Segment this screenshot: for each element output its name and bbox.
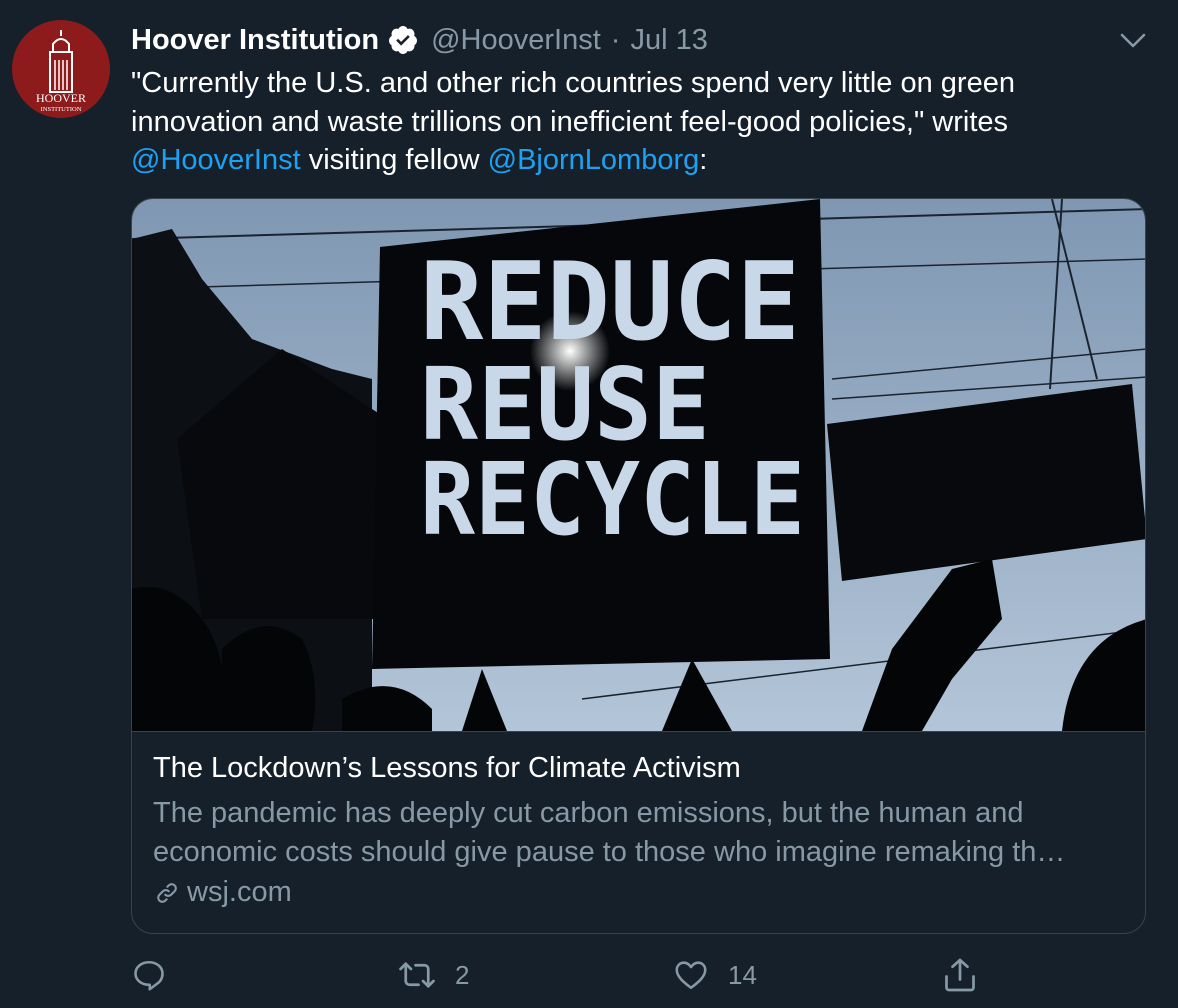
reply-icon [134, 960, 164, 991]
tweet-date[interactable]: Jul 13 [630, 24, 707, 57]
sign-text-recycle: RECYCLE [420, 441, 805, 558]
chevron-down-icon[interactable] [1118, 28, 1148, 52]
like-button[interactable]: 14 [672, 952, 757, 998]
tweet-text: "Currently the U.S. and other rich count… [131, 64, 1141, 180]
reply-button[interactable] [131, 952, 167, 998]
action-bar: 2 14 [0, 952, 1178, 998]
card-image[interactable]: REDUCE REUSE RECYCLE [132, 199, 1145, 732]
mention-link[interactable]: @HooverInst [131, 144, 301, 176]
card-title[interactable]: The Lockdown’s Lessons for Climate Activ… [153, 752, 741, 785]
tweet-header: Hoover Institution @HooverInst · Jul 13 [131, 20, 708, 60]
card-description: The pandemic has deeply cut carbon emiss… [153, 797, 1066, 868]
separator-dot: · [610, 23, 621, 56]
protest-sign-photo: REDUCE REUSE RECYCLE [132, 199, 1145, 731]
share-icon [945, 958, 975, 992]
tweet[interactable]: HOOVER INSTITUTION Hoover Institution @H… [0, 0, 1178, 1008]
avatar-logo-subtext: INSTITUTION [41, 106, 82, 113]
link-card[interactable]: REDUCE REUSE RECYCLE The Lockdown’s Less… [131, 198, 1146, 934]
retweet-button[interactable]: 2 [397, 952, 469, 998]
card-domain-text: wsj.com [187, 876, 292, 908]
retweet-icon [399, 962, 435, 988]
tweet-text-part: : [699, 144, 708, 176]
heart-icon [675, 961, 707, 990]
avatar-logo-text: HOOVER [36, 91, 86, 105]
tweet-text-part: visiting fellow [300, 144, 488, 176]
card-domain[interactable]: wsj.com [153, 876, 292, 909]
verified-badge-icon [389, 26, 418, 54]
user-handle[interactable]: @HooverInst [431, 24, 601, 57]
avatar[interactable]: HOOVER INSTITUTION [12, 20, 110, 118]
mention-link[interactable]: @BjornLomborg [488, 144, 700, 176]
link-icon [157, 882, 177, 903]
tweet-text-part: "Currently the U.S. and other rich count… [131, 67, 1015, 138]
like-count: 14 [728, 959, 757, 990]
display-name[interactable]: Hoover Institution [131, 24, 379, 57]
share-button[interactable] [942, 952, 978, 998]
hoover-tower-logo: HOOVER INSTITUTION [36, 30, 86, 113]
retweet-count: 2 [455, 959, 470, 990]
